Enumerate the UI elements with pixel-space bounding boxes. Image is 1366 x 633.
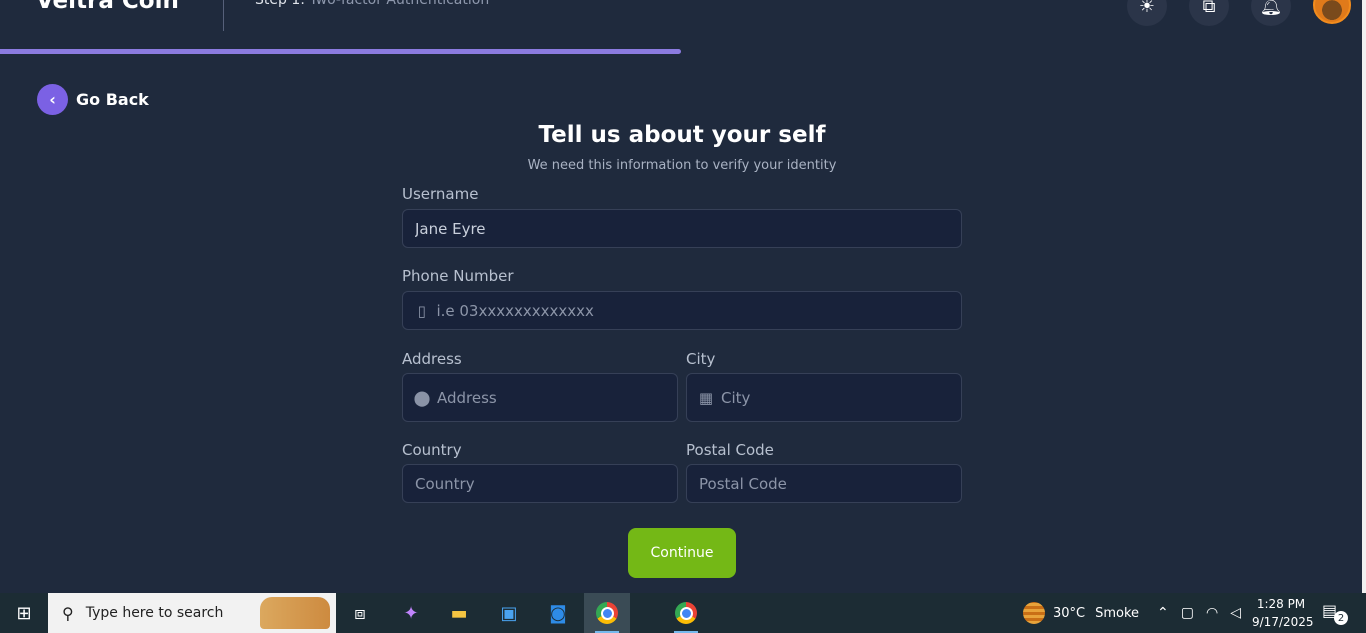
address-input[interactable] — [437, 388, 677, 407]
step-progress-fill — [0, 49, 681, 54]
clock-date: 9/17/2025 — [1252, 615, 1314, 629]
step-prefix: Step 1: — [255, 0, 305, 8]
country-field-wrapper — [402, 464, 678, 503]
clock-time: 1:28 PM — [1256, 597, 1306, 611]
phone-field-wrapper: ▯ — [402, 291, 962, 330]
taskbar-search[interactable]: ⚲ Type here to search — [48, 593, 336, 633]
app-window: Veltra Coin Step 1: Two-factor Authentic… — [0, 0, 1366, 593]
taskbar: ⊞ ⚲ Type here to search ⧈ ✦ ▬ ▣ ◙ 30°C S… — [0, 593, 1366, 633]
weather-widget[interactable]: 30°C Smoke — [1023, 593, 1139, 633]
step-progress-bar — [0, 49, 1362, 54]
city-input[interactable] — [721, 388, 961, 407]
chrome-icon — [596, 602, 618, 624]
form-title: Tell us about your self — [538, 122, 826, 148]
taskbar-clock[interactable]: 1:28 PM 9/17/2025 — [1252, 595, 1314, 631]
phone-icon: ▯ — [417, 301, 426, 320]
postal-code-input[interactable] — [699, 474, 961, 493]
theme-toggle-button[interactable]: ☀ — [1127, 0, 1167, 26]
wifi-icon[interactable]: ◠ — [1206, 605, 1218, 621]
chrome-button[interactable] — [663, 593, 709, 633]
country-label: Country — [402, 441, 462, 459]
task-view-icon: ⧈ — [354, 602, 366, 624]
step-name: Two-factor Authentication — [309, 0, 490, 8]
city-field-wrapper: ▦ — [686, 373, 962, 422]
phone-label: Phone Number — [402, 267, 514, 285]
address-label: Address — [402, 350, 462, 368]
copilot-button[interactable]: ✦ — [388, 593, 434, 633]
meet-icon[interactable]: ▢ — [1181, 605, 1194, 621]
outlook-button[interactable]: ◙ — [535, 593, 581, 633]
copilot-icon: ✦ — [403, 602, 419, 624]
postal-code-field-wrapper — [686, 464, 962, 503]
phone-input[interactable] — [436, 301, 961, 320]
city-label: City — [686, 350, 716, 368]
weather-desc: Smoke — [1095, 605, 1140, 621]
chrome-button-active[interactable] — [584, 593, 630, 633]
go-back-label: Go Back — [76, 90, 149, 109]
search-highlight-image — [260, 597, 330, 629]
volume-icon[interactable]: ◁ — [1230, 605, 1241, 621]
folder-icon: ▬ — [450, 602, 468, 624]
username-field-wrapper — [402, 209, 962, 248]
continue-button[interactable]: Continue — [628, 528, 736, 578]
weather-icon — [1023, 602, 1045, 624]
top-header: Veltra Coin Step 1: Two-factor Authentic… — [0, 0, 1362, 48]
sun-icon: ☀ — [1138, 0, 1156, 17]
store-icon: ▣ — [500, 602, 518, 624]
map-pin-icon: ⬤ — [413, 388, 431, 407]
address-field-wrapper: ⬤ — [402, 373, 678, 422]
outlook-icon: ◙ — [549, 602, 567, 624]
file-explorer-button[interactable]: ▬ — [436, 593, 482, 633]
chrome-icon — [675, 602, 697, 624]
avatar[interactable] — [1313, 0, 1351, 24]
copy-button[interactable]: ⧉ — [1189, 0, 1229, 26]
chevron-up-icon[interactable]: ⌃ — [1157, 605, 1169, 621]
page-scrollbar[interactable] — [1362, 0, 1366, 593]
building-icon: ▦ — [698, 388, 714, 407]
system-tray: ⌃ ▢ ◠ ◁ — [1157, 593, 1241, 633]
brand-name[interactable]: Veltra Coin — [36, 0, 179, 14]
header-divider — [223, 0, 224, 31]
weather-temp: 30°C — [1053, 605, 1086, 621]
postal-code-label: Postal Code — [686, 441, 774, 459]
microsoft-store-button[interactable]: ▣ — [486, 593, 532, 633]
windows-icon: ⊞ — [16, 602, 32, 624]
chevron-left-icon: ‹ — [37, 84, 68, 115]
go-back-button[interactable]: ‹ Go Back — [37, 84, 149, 115]
notification-center-button[interactable]: ▤ 2 — [1322, 601, 1348, 625]
country-input[interactable] — [415, 474, 677, 493]
notification-badge: 2 — [1334, 611, 1348, 625]
username-input[interactable] — [415, 219, 961, 238]
taskbar-search-placeholder: Type here to search — [85, 605, 224, 621]
step-indicator: Step 1: Two-factor Authentication — [255, 0, 489, 8]
search-icon: ⚲ — [62, 603, 74, 623]
start-button[interactable]: ⊞ — [0, 593, 48, 633]
task-view-button[interactable]: ⧈ — [337, 593, 383, 633]
bell-icon: 🔔︎ — [1259, 0, 1283, 17]
notifications-button[interactable]: 🔔︎ — [1251, 0, 1291, 26]
form-subtitle: We need this information to verify your … — [527, 158, 837, 173]
copy-icon: ⧉ — [1202, 0, 1216, 17]
username-label: Username — [402, 185, 479, 203]
